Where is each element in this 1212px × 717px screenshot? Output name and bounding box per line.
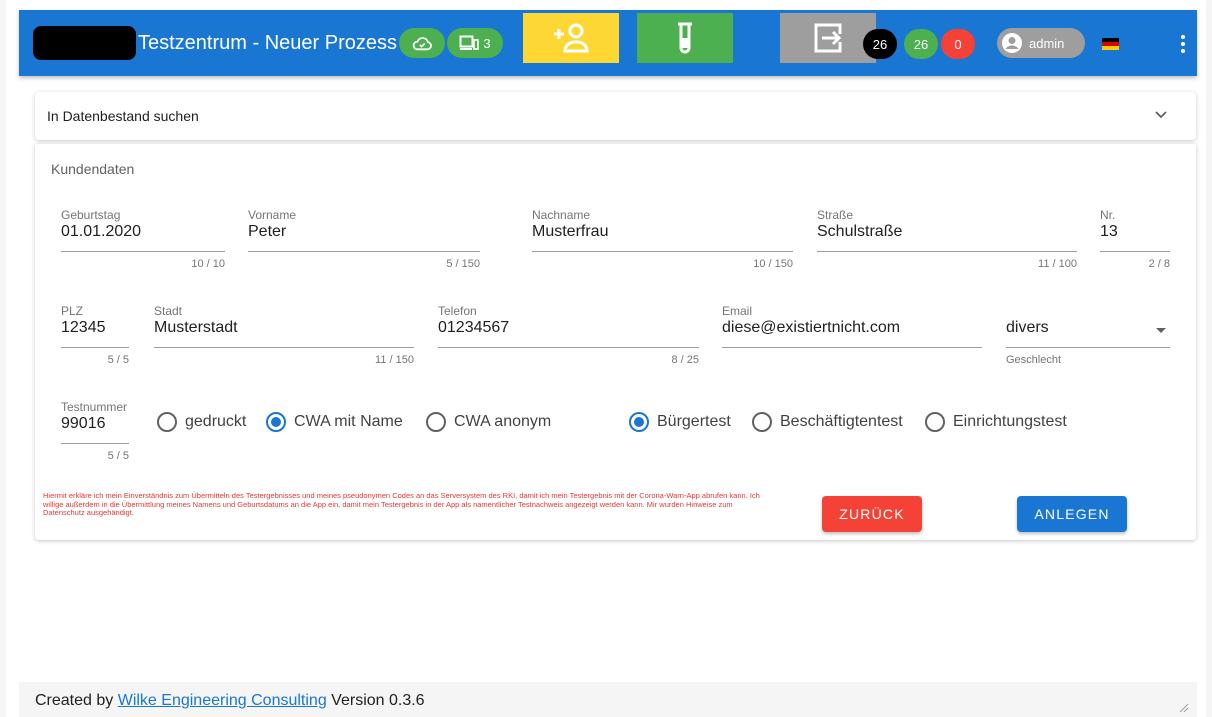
radio-label-buergertest: Bürgertest [657, 413, 731, 430]
firstname-field[interactable]: Vorname Peter 5 / 150 [248, 208, 480, 274]
search-expansion-panel[interactable]: In Datenbestand suchen [35, 92, 1196, 140]
testnumber-counter: 5 / 5 [107, 450, 129, 462]
testnumber-field[interactable]: Testnummer 99016 5 / 5 [61, 400, 129, 466]
resize-grip-icon[interactable] [1179, 703, 1189, 713]
radio-label-cwa-anonym: CWA anonym [454, 413, 552, 430]
phone-label: Telefon [438, 304, 477, 318]
gender-value[interactable]: divers [1006, 319, 1049, 337]
testnumber-value[interactable]: 99016 [61, 415, 106, 433]
section-title: Kundendaten [51, 161, 135, 177]
house-number-value[interactable]: 13 [1100, 223, 1118, 241]
street-counter: 11 / 100 [1038, 258, 1077, 270]
birthday-value[interactable]: 01.01.2020 [61, 223, 141, 241]
chevron-down-icon[interactable] [1154, 110, 1168, 120]
radio-label-einrichtungstest: Einrichtungstest [953, 413, 1067, 430]
radio-cwa-anonym[interactable]: CWA anonym [426, 412, 551, 432]
gender-select[interactable]: divers Geschlecht [1006, 304, 1170, 370]
firstname-counter: 5 / 150 [446, 258, 480, 270]
email-field[interactable]: Email diese@existiertnicht.com [722, 304, 982, 370]
dropdown-arrow-icon[interactable] [1156, 328, 1166, 333]
test-button[interactable] [637, 13, 733, 63]
zip-counter: 5 / 5 [107, 354, 129, 366]
create-button[interactable]: ANLEGEN [1017, 496, 1127, 532]
radio-checked-icon[interactable] [629, 412, 649, 432]
phone-counter: 8 / 25 [671, 354, 699, 366]
house-number-counter: 2 / 8 [1148, 258, 1170, 270]
logout-button[interactable] [780, 13, 876, 63]
radio-einrichtungstest[interactable]: Einrichtungstest [925, 412, 1067, 432]
firstname-value[interactable]: Peter [248, 223, 286, 241]
radio-circle-icon[interactable] [752, 412, 772, 432]
footer-version: Version 0.3.6 [331, 692, 425, 709]
account-circle-icon [1002, 33, 1022, 53]
window-border-left [0, 0, 6, 717]
devices-icon [459, 35, 480, 50]
window-border-right [1206, 0, 1212, 717]
city-label: Stadt [154, 304, 183, 318]
testnumber-label: Testnummer [61, 400, 128, 414]
count-total: 26 [863, 29, 897, 59]
gender-hint: Geschlecht [1006, 354, 1062, 366]
city-field[interactable]: Stadt Musterstadt 11 / 150 [154, 304, 414, 370]
add-person-icon [554, 23, 589, 53]
footer-prefix: Created by [35, 692, 114, 709]
count-red: 0 [941, 29, 975, 59]
phone-value[interactable]: 01234567 [438, 319, 509, 337]
footer: Created by Wilke Engineering Consulting … [19, 682, 1197, 717]
customer-form-card: Kundendaten Geburtstag 01.01.2020 10 / 1… [35, 144, 1196, 540]
redacted-logo [33, 26, 136, 60]
lastname-value[interactable]: Musterfrau [532, 223, 608, 241]
street-label: Straße [817, 208, 854, 222]
logout-icon [814, 23, 842, 53]
email-label: Email [722, 304, 753, 318]
radio-circle-icon[interactable] [426, 412, 446, 432]
sync-status-chip[interactable] [399, 28, 445, 58]
birthday-field[interactable]: Geburtstag 01.01.2020 10 / 10 [61, 208, 225, 274]
house-number-label: Nr. [1100, 208, 1116, 222]
zip-label: PLZ [61, 304, 84, 318]
lastname-counter: 10 / 150 [753, 258, 793, 270]
radio-buergertest[interactable]: Bürgertest [629, 412, 731, 432]
phone-field[interactable]: Telefon 01234567 8 / 25 [438, 304, 699, 370]
lastname-field[interactable]: Nachname Musterfrau 10 / 150 [532, 208, 793, 274]
consent-text: Hiermit erkläre ich mein Einverständnis … [43, 491, 760, 517]
radio-checked-icon[interactable] [266, 412, 286, 432]
company-link[interactable]: Wilke Engineering Consulting [118, 692, 327, 709]
search-panel-title: In Datenbestand suchen [47, 108, 199, 124]
user-name: admin [1029, 35, 1065, 51]
test-tube-icon [678, 22, 692, 54]
user-chip[interactable]: admin [997, 28, 1085, 58]
radio-circle-icon[interactable] [157, 412, 177, 432]
birthday-label: Geburtstag [61, 208, 121, 222]
radio-circle-icon[interactable] [925, 412, 945, 432]
street-value[interactable]: Schulstraße [817, 223, 902, 241]
back-button[interactable]: ZURÜCK [822, 496, 922, 532]
german-flag-icon[interactable] [1102, 38, 1119, 50]
devices-count: 3 [483, 35, 491, 51]
more-vert-icon[interactable] [1173, 31, 1193, 57]
radio-label-cwa-mit-name: CWA mit Name [294, 413, 403, 430]
street-field[interactable]: Straße Schulstraße 11 / 100 [817, 208, 1077, 274]
city-counter: 11 / 150 [375, 354, 414, 366]
radio-gedruckt[interactable]: gedruckt [157, 412, 246, 432]
count-positive-green: 26 [904, 29, 938, 59]
firstname-label: Vorname [248, 208, 297, 222]
house-number-field[interactable]: Nr. 13 2 / 8 [1100, 208, 1170, 274]
city-value[interactable]: Musterstadt [154, 319, 238, 337]
zip-value[interactable]: 12345 [61, 319, 106, 337]
devices-chip[interactable]: 3 [447, 28, 503, 58]
new-person-button[interactable] [523, 13, 619, 63]
email-value[interactable]: diese@existiertnicht.com [722, 319, 900, 337]
birthday-counter: 10 / 10 [191, 258, 225, 270]
radio-cwa-mit-name[interactable]: CWA mit Name [266, 412, 403, 432]
app-title: Testzentrum - Neuer Prozess [138, 32, 397, 54]
radio-label-beschaeftigtentest: Beschäftigtentest [780, 413, 903, 430]
lastname-label: Nachname [532, 208, 591, 222]
app-bar: Testzentrum - Neuer Prozess 3 26 26 0 ad… [19, 10, 1197, 76]
radio-beschaeftigtentest[interactable]: Beschäftigtentest [752, 412, 903, 432]
zip-field[interactable]: PLZ 12345 5 / 5 [61, 304, 129, 370]
cloud-sync-icon [412, 37, 432, 51]
footer-text: Created by Wilke Engineering Consulting … [35, 692, 425, 710]
radio-label-gedruckt: gedruckt [185, 413, 247, 430]
